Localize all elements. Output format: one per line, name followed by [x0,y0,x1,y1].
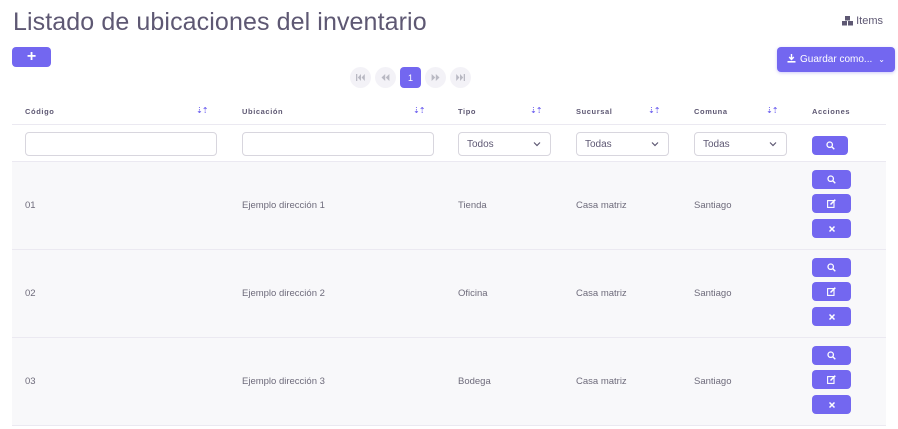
cell-comuna: Santiago [694,288,732,299]
locations-table: Código ⇣⇡ Ubicación ⇣⇡ Tipo ⇣⇡ Sucursal … [12,97,886,426]
filter-row: Todos Todas Todas [12,125,886,162]
save-as-button[interactable]: Guardar como... ⌄ [777,47,895,72]
table-row: 02 Ejemplo dirección 2 Oficina Casa matr… [12,250,886,338]
cell-sucursal: Casa matriz [576,376,627,387]
close-icon [828,313,835,320]
view-button[interactable] [812,170,851,189]
sucursal-filter-value: Todas [585,138,612,150]
comuna-filter-value: Todas [703,138,730,150]
search-icon [827,175,836,184]
cell-tipo: Tienda [458,200,487,211]
last-page-button[interactable] [450,67,471,88]
chevron-down-icon: ⌄ [878,55,885,64]
items-link-label: Items [856,15,883,27]
search-icon [827,263,836,272]
search-icon [827,351,836,360]
edit-button[interactable] [812,282,851,301]
edit-icon [827,199,836,208]
sort-icon-codigo[interactable]: ⇣⇡ [196,106,208,115]
delete-button[interactable] [812,307,851,326]
cell-sucursal: Casa matriz [576,200,627,211]
sort-icon-comuna[interactable]: ⇣⇡ [766,106,778,115]
close-icon [828,401,835,408]
cell-codigo: 02 [25,288,36,299]
cell-ubicacion: Ejemplo dirección 3 [242,376,325,387]
column-header-sucursal[interactable]: Sucursal [576,107,612,116]
table-row: 01 Ejemplo dirección 1 Tienda Casa matri… [12,162,886,250]
prev-page-button[interactable] [375,67,396,88]
column-header-comuna[interactable]: Comuna [694,107,728,116]
column-header-ubicacion[interactable]: Ubicación [242,107,283,116]
first-page-icon [356,74,365,81]
cell-comuna: Santiago [694,376,732,387]
cell-sucursal: Casa matriz [576,288,627,299]
sucursal-filter-select[interactable]: Todas [576,132,669,156]
edit-button[interactable] [812,194,851,213]
view-button[interactable] [812,346,851,365]
save-as-label: Guardar como... [800,54,873,65]
cell-codigo: 01 [25,200,36,211]
sort-icon-tipo[interactable]: ⇣⇡ [530,106,542,115]
delete-button[interactable] [812,395,851,414]
cell-tipo: Oficina [458,288,488,299]
apply-filter-button[interactable] [812,136,848,155]
view-button[interactable] [812,258,851,277]
close-icon [828,225,835,232]
comuna-filter-select[interactable]: Todas [694,132,787,156]
last-page-icon [456,74,465,81]
tipo-filter-value: Todos [467,138,494,150]
column-header-acciones: Acciones [812,107,851,116]
cell-codigo: 03 [25,376,36,387]
sort-icon-ubicacion[interactable]: ⇣⇡ [413,106,425,115]
sort-icon-sucursal[interactable]: ⇣⇡ [648,106,660,115]
download-icon [787,53,796,66]
chevron-down-icon [651,142,659,147]
table-header: Código ⇣⇡ Ubicación ⇣⇡ Tipo ⇣⇡ Sucursal … [12,97,886,125]
tipo-filter-select[interactable]: Todos [458,132,551,156]
items-link[interactable]: Items [842,15,883,27]
add-button[interactable]: + [12,47,51,67]
prev-page-icon [381,74,390,81]
ubicacion-filter-input[interactable] [242,132,434,156]
edit-icon [827,375,836,384]
page-button-current[interactable]: 1 [400,67,421,88]
edit-button[interactable] [812,370,851,389]
column-header-codigo[interactable]: Código [25,107,54,116]
cell-tipo: Bodega [458,376,491,387]
page-title: Listado de ubicaciones del inventario [13,8,427,36]
cell-ubicacion: Ejemplo dirección 2 [242,288,325,299]
cell-ubicacion: Ejemplo dirección 1 [242,200,325,211]
next-page-button[interactable] [425,67,446,88]
cell-comuna: Santiago [694,200,732,211]
search-icon [825,141,835,150]
pagination: 1 [350,67,471,88]
chevron-down-icon [533,142,541,147]
edit-icon [827,287,836,296]
first-page-button[interactable] [350,67,371,88]
delete-button[interactable] [812,219,851,238]
table-row: 03 Ejemplo dirección 3 Bodega Casa matri… [12,338,886,426]
chevron-down-icon [769,142,777,147]
next-page-icon [431,74,440,81]
boxes-icon [842,16,854,26]
codigo-filter-input[interactable] [25,132,217,156]
column-header-tipo[interactable]: Tipo [458,107,476,116]
